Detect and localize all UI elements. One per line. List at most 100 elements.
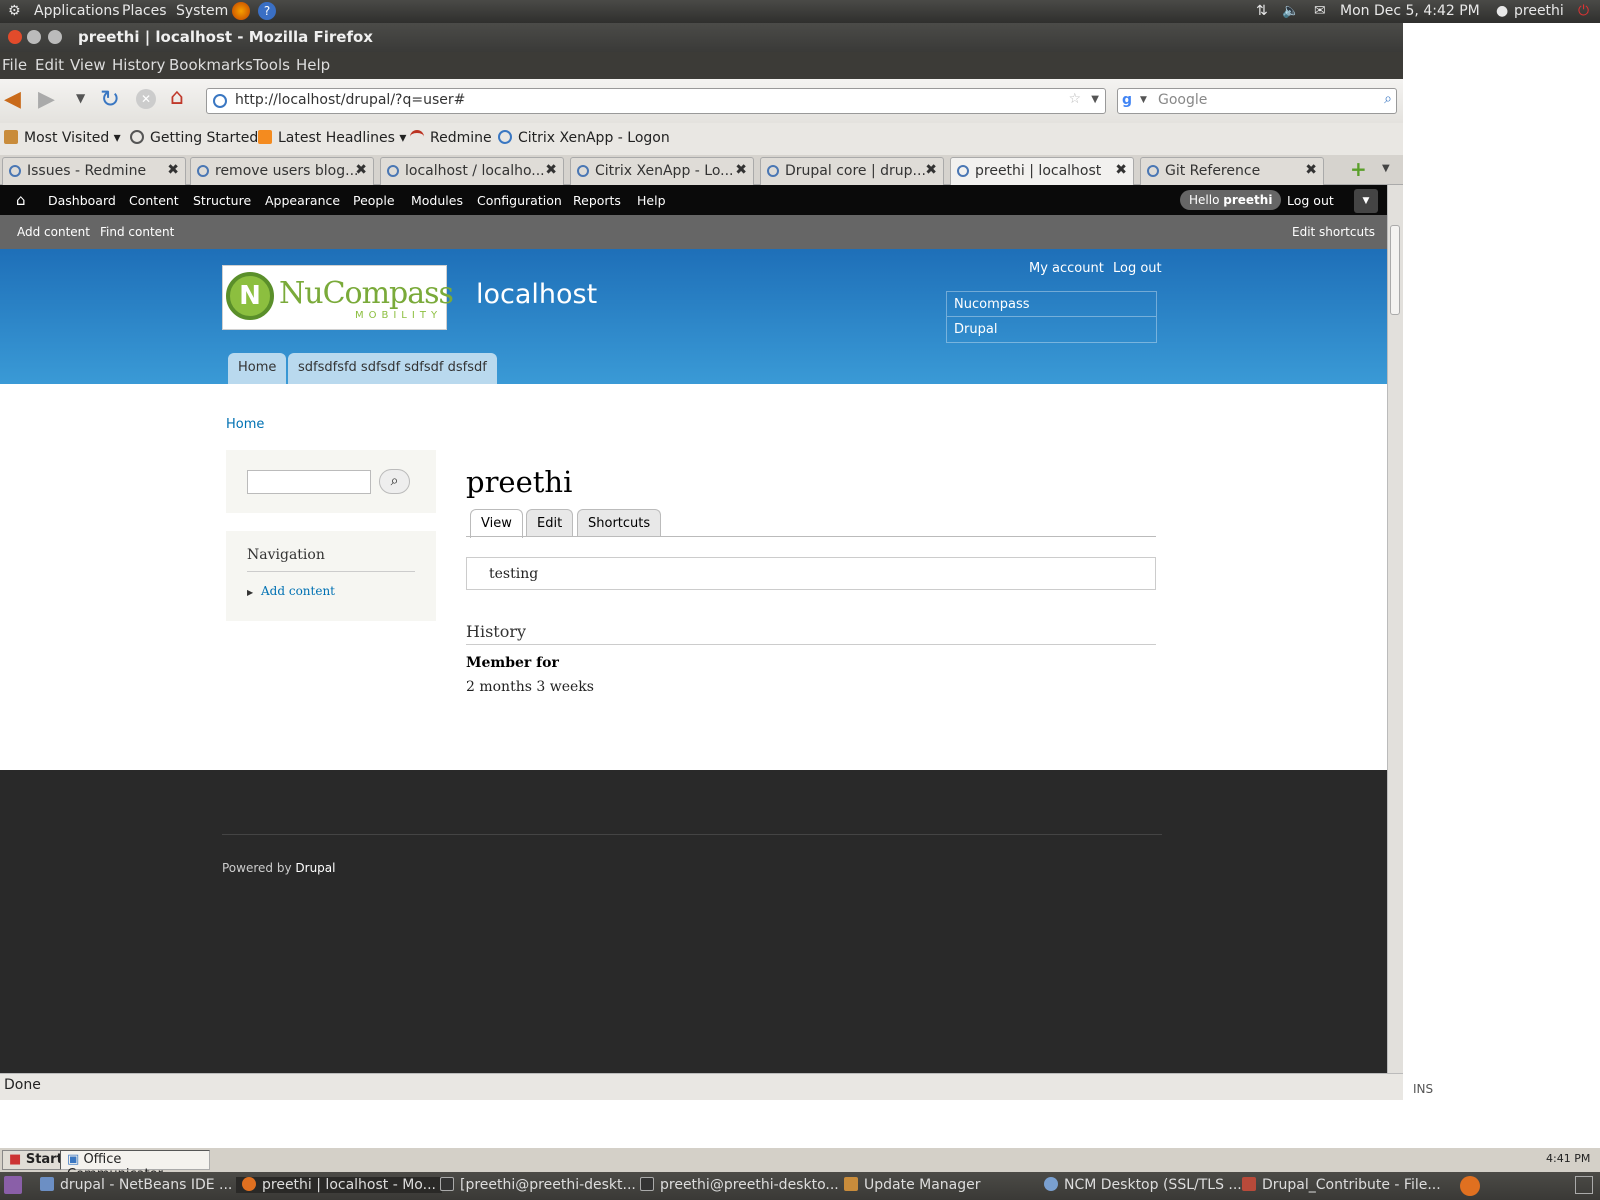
menu-view[interactable]: View (70, 56, 106, 74)
search-go-icon[interactable]: ⌕ (1384, 91, 1392, 107)
show-desktop-icon[interactable] (4, 1176, 22, 1194)
places-menu[interactable]: Places (122, 3, 167, 19)
office-communicator-button[interactable]: ▣ Office Communicator (60, 1150, 210, 1182)
tab-issues-redmine[interactable]: Issues - Redmine ✖ (2, 157, 186, 185)
breadcrumb[interactable]: Home (226, 417, 264, 432)
task-drupal-contribute[interactable]: Drupal_Contribute - File... (1242, 1177, 1441, 1193)
network-icon[interactable]: ⇅ (1256, 3, 1268, 19)
task-netbeans[interactable]: drupal - NetBeans IDE ... (40, 1177, 232, 1193)
edit-shortcuts-link[interactable]: Edit shortcuts (1292, 225, 1375, 239)
stop-icon[interactable]: ✕ (136, 89, 156, 109)
firefox-launcher-icon[interactable] (232, 2, 250, 20)
toolbar-content[interactable]: Content (129, 193, 179, 208)
minimize-window-icon[interactable] (27, 30, 41, 44)
toolbar-structure[interactable]: Structure (193, 193, 251, 208)
tab-preethi-localhost[interactable]: preethi | localhost ✖ (950, 157, 1134, 186)
tab-edit[interactable]: Edit (526, 509, 574, 537)
site-logo[interactable]: N NuCompass MOBILITY (222, 265, 454, 330)
new-tab-icon[interactable]: + (1350, 157, 1367, 181)
url-bar[interactable]: http://localhost/drupal/?q=user# ☆ ▼ (206, 88, 1106, 114)
drupal-link[interactable]: Drupal (947, 317, 1156, 342)
shortcut-add-content[interactable]: Add content (17, 225, 90, 239)
user-status-icon[interactable]: ● (1496, 3, 1508, 19)
menu-help[interactable]: Help (296, 56, 330, 74)
engine-dropdown-icon[interactable]: ▼ (1140, 95, 1147, 105)
tab-remove-users[interactable]: remove users blog... ✖ (190, 157, 374, 185)
search-button-icon[interactable]: ⌕ (379, 469, 410, 494)
google-engine-icon[interactable]: g (1122, 92, 1132, 108)
tab-citrix[interactable]: Citrix XenApp - Lo... ✖ (570, 157, 754, 185)
help-launcher-icon[interactable]: ? (258, 2, 276, 20)
toolbar-toggle-icon[interactable]: ▼ (1354, 189, 1378, 213)
task-terminal-2[interactable]: preethi@preethi-deskto... (640, 1177, 839, 1193)
window-titlebar[interactable]: preethi | localhost - Mozilla Firefox (0, 23, 1403, 52)
header-logout-link[interactable]: Log out (1113, 261, 1162, 276)
menu-edit[interactable]: Edit (35, 56, 64, 74)
tab-git-reference[interactable]: Git Reference ✖ (1140, 157, 1324, 185)
search-box[interactable]: g ▼ Google ⌕ (1117, 88, 1397, 114)
main-menu-item[interactable]: sdfsdfsfd sdfsdf sdfsdf dsfsdf (288, 353, 497, 384)
system-menu[interactable]: System (176, 3, 228, 19)
tab-close-icon[interactable]: ✖ (1305, 162, 1317, 178)
user-menu[interactable]: preethi (1514, 3, 1564, 19)
shortcut-find-content[interactable]: Find content (100, 225, 174, 239)
toolbar-logout[interactable]: Log out (1287, 193, 1334, 208)
search-placeholder[interactable]: Google (1158, 92, 1207, 108)
list-tabs-icon[interactable]: ▼ (1382, 163, 1390, 174)
tab-view[interactable]: View (470, 509, 523, 538)
volume-icon[interactable]: 🔈 (1282, 3, 1299, 19)
clock[interactable]: Mon Dec 5, 4:42 PM (1340, 3, 1480, 19)
bookmark-redmine[interactable]: Redmine (410, 130, 492, 146)
nav-add-content-link[interactable]: Add content (261, 584, 335, 598)
nucompass-link[interactable]: Nucompass (947, 292, 1156, 317)
bookmark-latest-headlines[interactable]: Latest Headlines ▾ (258, 130, 406, 146)
url-dropdown-icon[interactable]: ▼ (1091, 94, 1099, 105)
task-ncm-desktop[interactable]: NCM Desktop (SSL/TLS ... (1044, 1177, 1242, 1193)
tab-localhost[interactable]: localhost / localho... ✖ (380, 157, 564, 185)
back-icon[interactable]: ◀ (4, 87, 21, 112)
menu-history[interactable]: History (112, 56, 165, 74)
tab-close-icon[interactable]: ✖ (1115, 162, 1127, 178)
search-input[interactable] (247, 470, 371, 494)
close-window-icon[interactable] (8, 30, 22, 44)
reload-icon[interactable]: ↻ (100, 85, 120, 113)
page-scrollbar[interactable] (1387, 185, 1403, 1073)
menu-bookmarks[interactable]: Bookmarks (169, 56, 253, 74)
menu-tools[interactable]: Tools (253, 56, 290, 74)
power-icon[interactable]: ⏻ (1578, 3, 1589, 19)
tab-drupal-core[interactable]: Drupal core | drup... ✖ (760, 157, 944, 185)
site-name[interactable]: localhost (476, 279, 597, 310)
bookmark-star-icon[interactable]: ☆ (1068, 91, 1081, 107)
scroll-thumb[interactable] (1390, 225, 1400, 315)
tab-close-icon[interactable]: ✖ (925, 162, 937, 178)
toolbar-people[interactable]: People (353, 193, 395, 208)
menu-file[interactable]: File (2, 56, 27, 74)
toolbar-dashboard[interactable]: Dashboard (48, 193, 116, 208)
toolbar-modules[interactable]: Modules (411, 193, 463, 208)
maximize-window-icon[interactable] (48, 30, 62, 44)
tab-shortcuts[interactable]: Shortcuts (577, 509, 662, 537)
trash-icon[interactable] (1575, 1176, 1593, 1194)
toolbar-configuration[interactable]: Configuration (477, 193, 562, 208)
mail-icon[interactable]: ✉ (1314, 3, 1326, 19)
main-menu-home[interactable]: Home (228, 353, 287, 384)
toolbar-help[interactable]: Help (637, 193, 666, 208)
home-icon[interactable]: ⌂ (170, 85, 184, 110)
tab-close-icon[interactable]: ✖ (735, 162, 747, 178)
tab-close-icon[interactable]: ✖ (545, 162, 557, 178)
task-firefox[interactable]: preethi | localhost - Mo... (236, 1177, 442, 1193)
toolbar-reports[interactable]: Reports (573, 193, 621, 208)
drupal-footer-link[interactable]: Drupal (295, 861, 335, 875)
tab-close-icon[interactable]: ✖ (355, 162, 367, 178)
task-update-manager[interactable]: Update Manager (844, 1177, 981, 1193)
home-icon[interactable]: ⌂ (16, 191, 26, 209)
bookmark-citrix[interactable]: Citrix XenApp - Logon (498, 130, 670, 146)
toolbar-appearance[interactable]: Appearance (265, 193, 340, 208)
bookmark-most-visited[interactable]: Most Visited ▾ (4, 130, 121, 146)
tab-close-icon[interactable]: ✖ (167, 162, 179, 178)
hello-user-badge[interactable]: Hello preethi (1180, 190, 1282, 210)
url-text[interactable]: http://localhost/drupal/?q=user# (235, 92, 465, 108)
tray-firefox-icon[interactable] (1460, 1176, 1480, 1196)
history-dropdown-icon[interactable]: ▼ (76, 91, 85, 105)
my-account-link[interactable]: My account (1029, 261, 1104, 276)
